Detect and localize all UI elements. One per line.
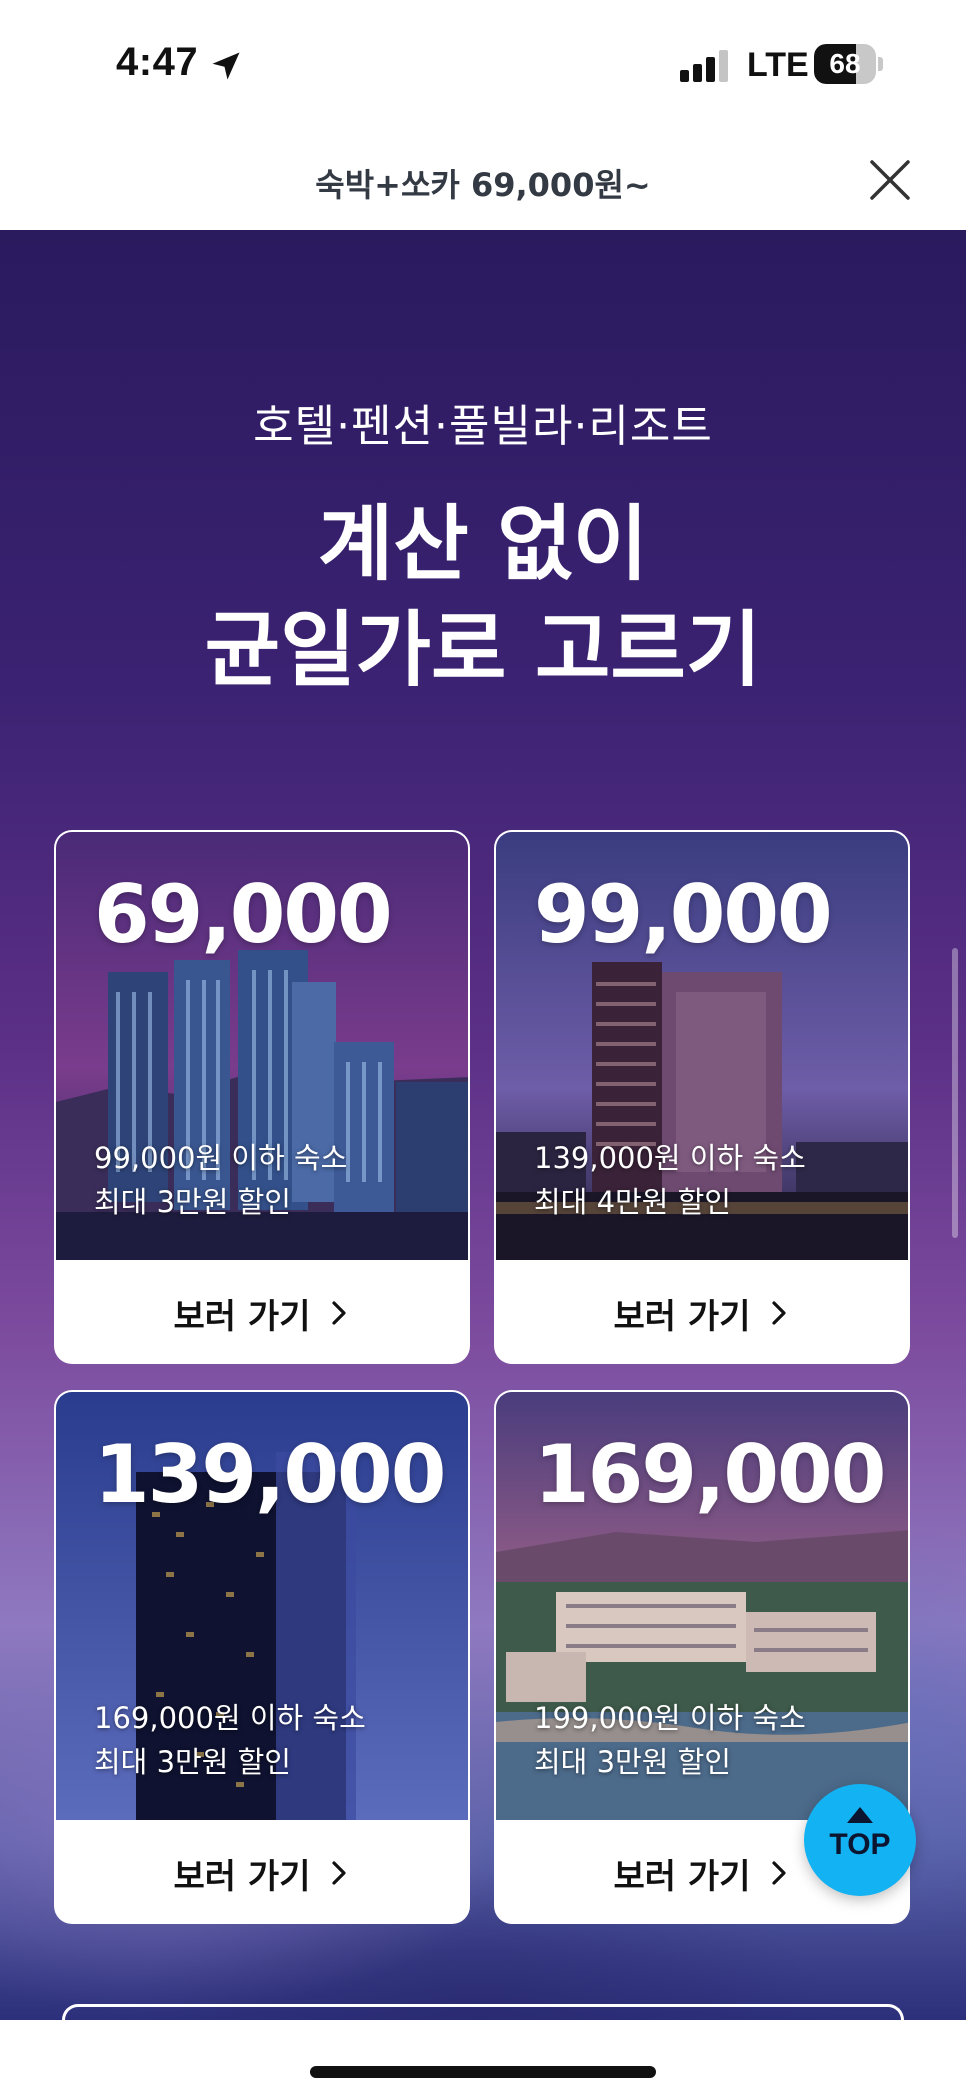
headline-line-2: 균일가로 고르기 xyxy=(204,603,762,698)
scroll-to-top-label: TOP xyxy=(829,1828,891,1861)
view-button-label: 보러 가기 xyxy=(613,1296,751,1337)
status-bar: 4:47 LTE 68 xyxy=(0,0,966,130)
chevron-right-icon xyxy=(332,1301,347,1325)
card-desc-line-2: 최대 3만원 할인 xyxy=(94,1745,291,1779)
view-button-label: 보러 가기 xyxy=(173,1296,311,1337)
card-price: 169,000 xyxy=(534,1428,886,1521)
home-area xyxy=(0,2020,966,2094)
battery-percent: 68 xyxy=(829,48,861,79)
headline-line-1: 계산 없이 xyxy=(317,497,649,592)
deal-card-69000[interactable]: 69,000 99,000원 이하 숙소 최대 3만원 할인 보러 가기 xyxy=(54,830,470,1364)
card-description: 169,000원 이하 숙소 최대 3만원 할인 xyxy=(94,1696,366,1784)
card-desc-line-2: 최대 4만원 할인 xyxy=(534,1185,731,1219)
network-label: LTE xyxy=(747,46,809,84)
home-indicator[interactable] xyxy=(310,2066,656,2078)
chevron-right-icon xyxy=(772,1301,787,1325)
cellular-signal-icon xyxy=(680,50,728,82)
card-description: 199,000원 이하 숙소 최대 3만원 할인 xyxy=(534,1696,806,1784)
card-description: 99,000원 이하 숙소 최대 3만원 할인 xyxy=(94,1136,347,1224)
promo-headline: 계산 없이 균일가로 고르기 xyxy=(0,492,966,704)
chevron-right-icon xyxy=(332,1861,347,1885)
app-screen: 4:47 LTE 68 숙박+쏘카 69,000원~ 호텔·펜션·풀빌라·리조트 xyxy=(0,0,966,2094)
view-button-label: 보러 가기 xyxy=(613,1856,751,1897)
close-icon[interactable] xyxy=(862,152,918,208)
next-section-edge xyxy=(62,2004,904,2020)
deal-card-99000[interactable]: 99,000 139,000원 이하 숙소 최대 4만원 할인 보러 가기 xyxy=(494,830,910,1364)
card-price: 139,000 xyxy=(94,1428,446,1521)
card-price: 69,000 xyxy=(94,868,393,961)
view-button[interactable]: 보러 가기 xyxy=(56,1820,468,1922)
deal-card-139000[interactable]: 139,000 169,000원 이하 숙소 최대 3만원 할인 보러 가기 xyxy=(54,1390,470,1924)
promo-subtitle: 호텔·펜션·풀빌라·리조트 xyxy=(253,401,713,452)
card-desc-line-1: 199,000원 이하 숙소 xyxy=(534,1701,806,1735)
status-time: 4:47 xyxy=(116,40,199,84)
chevron-right-icon xyxy=(772,1861,787,1885)
page-header: 숙박+쏘카 69,000원~ xyxy=(0,130,966,230)
arrow-up-icon xyxy=(847,1807,873,1823)
card-desc-line-2: 최대 3만원 할인 xyxy=(534,1745,731,1779)
view-button[interactable]: 보러 가기 xyxy=(56,1260,468,1362)
card-desc-line-1: 139,000원 이하 숙소 xyxy=(534,1141,806,1175)
card-price: 99,000 xyxy=(534,868,833,961)
location-arrow-icon xyxy=(212,52,240,80)
card-desc-line-1: 169,000원 이하 숙소 xyxy=(94,1701,366,1735)
promo-banner: 호텔·펜션·풀빌라·리조트 계산 없이 균일가로 고르기 69,000 99,0… xyxy=(0,230,966,2020)
card-description: 139,000원 이하 숙소 최대 4만원 할인 xyxy=(534,1136,806,1224)
scrollbar[interactable] xyxy=(952,948,958,1238)
view-button[interactable]: 보러 가기 xyxy=(496,1260,908,1362)
scroll-to-top-button[interactable]: TOP xyxy=(804,1784,916,1896)
card-desc-line-1: 99,000원 이하 숙소 xyxy=(94,1141,348,1175)
page-title: 숙박+쏘카 69,000원~ xyxy=(315,166,651,204)
battery-icon: 68 xyxy=(814,44,884,84)
card-desc-line-2: 최대 3만원 할인 xyxy=(94,1185,291,1219)
view-button-label: 보러 가기 xyxy=(173,1856,311,1897)
